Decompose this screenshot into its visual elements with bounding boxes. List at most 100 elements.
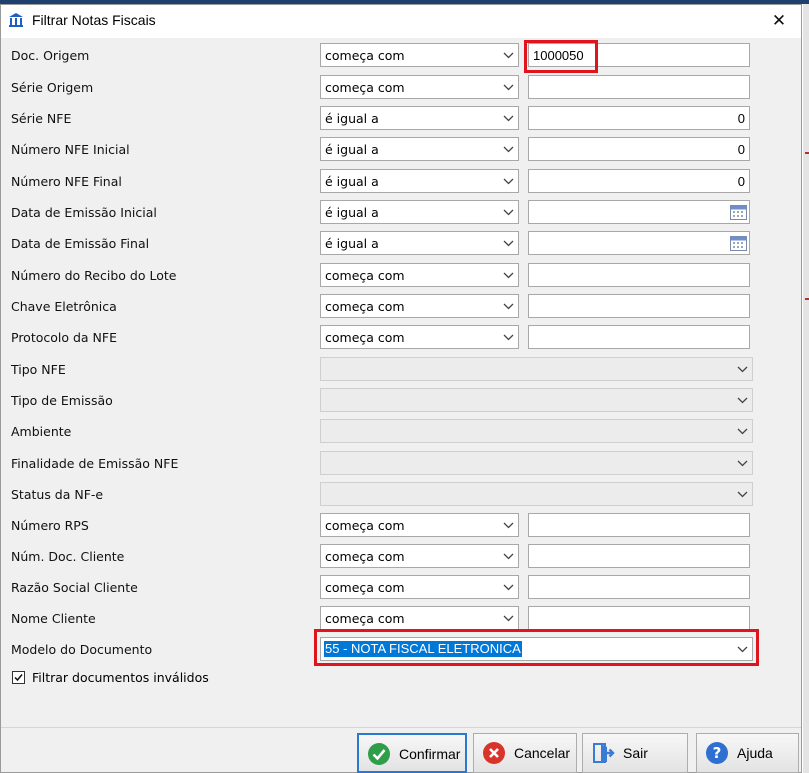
operator-value: é igual a — [325, 236, 379, 251]
operator-select[interactable]: é igual a — [320, 169, 519, 193]
value-input[interactable] — [528, 544, 750, 568]
filter-row: Doc. Origem começa com 1000050 — [1, 43, 801, 69]
operator-select[interactable]: começa com — [320, 325, 519, 349]
operator-select[interactable]: começa com — [320, 263, 519, 287]
chevron-down-icon — [498, 170, 518, 192]
chevron-down-icon — [732, 358, 752, 380]
window-title: Filtrar Notas Fiscais — [32, 12, 156, 28]
filter-label: Tipo NFE — [11, 362, 66, 377]
value-text: 0 — [737, 174, 745, 189]
operator-select[interactable]: começa com — [320, 575, 519, 599]
operator-value: começa com — [325, 48, 405, 63]
chevron-down-icon — [732, 420, 752, 442]
filter-label: Doc. Origem — [11, 48, 90, 63]
filter-row: Data de Emissão Inicial é igual a — [1, 200, 801, 226]
cancel-circle-icon — [483, 742, 505, 764]
filter-row: Ambiente — [1, 419, 801, 445]
operator-value: começa com — [325, 268, 405, 283]
filter-row: Tipo NFE — [1, 357, 801, 383]
close-icon: ✕ — [771, 11, 787, 31]
filter-row: Série NFE é igual a 0 — [1, 106, 801, 132]
value-input[interactable] — [528, 575, 750, 599]
chevron-down-icon — [498, 264, 518, 286]
filter-row: Finalidade de Emissão NFE — [1, 451, 801, 477]
exit-door-icon — [593, 743, 615, 763]
operator-select[interactable]: começa com — [320, 544, 519, 568]
value-input[interactable] — [528, 325, 750, 349]
operator-select[interactable]: começa com — [320, 294, 519, 318]
filter-label: Série NFE — [11, 111, 72, 126]
operator-value: começa com — [325, 330, 405, 345]
value-input[interactable] — [528, 513, 750, 537]
filter-label: Ambiente — [11, 424, 72, 439]
bank-building-icon — [9, 13, 23, 27]
filter-select[interactable] — [320, 388, 753, 412]
filter-row: Tipo de Emissão — [1, 388, 801, 414]
operator-value: é igual a — [325, 142, 379, 157]
filter-row: Status da NF-e — [1, 482, 801, 508]
highlight-box-doc-origem — [524, 40, 598, 73]
chevron-down-icon — [498, 44, 518, 66]
background-marker — [805, 152, 809, 154]
svg-text:?: ? — [713, 744, 722, 762]
calendar-icon[interactable] — [730, 235, 747, 251]
chevron-down-icon — [498, 232, 518, 254]
filter-label: Tipo de Emissão — [11, 393, 113, 408]
invalid-docs-label: Filtrar documentos inválidos — [32, 670, 209, 685]
confirm-button[interactable]: Confirmar — [357, 733, 467, 773]
filter-select[interactable] — [320, 357, 753, 381]
value-input[interactable] — [528, 606, 750, 630]
filter-row: Número do Recibo do Lote começa com — [1, 263, 801, 289]
date-input[interactable] — [528, 200, 750, 224]
filter-row: Protocolo da NFE começa com — [1, 325, 801, 351]
close-button[interactable]: ✕ — [757, 5, 801, 38]
filter-label: Série Origem — [11, 80, 94, 95]
filter-label: Data de Emissão Final — [11, 236, 150, 251]
operator-select[interactable]: começa com — [320, 513, 519, 537]
chevron-down-icon — [732, 483, 752, 505]
date-input[interactable] — [528, 231, 750, 255]
chevron-down-icon — [498, 607, 518, 629]
operator-value: começa com — [325, 299, 405, 314]
operator-select[interactable]: é igual a — [320, 137, 519, 161]
chevron-down-icon — [498, 201, 518, 223]
filter-row: Número NFE Inicial é igual a 0 — [1, 137, 801, 163]
operator-select[interactable]: é igual a — [320, 106, 519, 130]
invalid-docs-checkbox[interactable] — [12, 671, 25, 684]
operator-select[interactable]: começa com — [320, 43, 519, 67]
button-label: Sair — [623, 745, 648, 761]
filter-label: Data de Emissão Inicial — [11, 205, 157, 220]
filter-row: Núm. Doc. Cliente começa com — [1, 544, 801, 570]
filter-label: Número RPS — [11, 518, 89, 533]
value-input[interactable]: 0 — [528, 169, 750, 193]
cancel-button[interactable]: Cancelar — [473, 733, 577, 773]
operator-select[interactable]: começa com — [320, 606, 519, 630]
value-input[interactable] — [528, 294, 750, 318]
value-input[interactable] — [528, 75, 750, 99]
calendar-icon[interactable] — [730, 204, 747, 220]
filter-label: Finalidade de Emissão NFE — [11, 456, 179, 471]
filter-select[interactable] — [320, 451, 753, 475]
operator-value: começa com — [325, 611, 405, 626]
value-text: 0 — [737, 142, 745, 157]
value-input[interactable] — [528, 263, 750, 287]
value-input[interactable]: 0 — [528, 137, 750, 161]
operator-select[interactable]: é igual a — [320, 200, 519, 224]
chevron-down-icon — [498, 107, 518, 129]
chevron-down-icon — [498, 576, 518, 598]
filter-select[interactable] — [320, 482, 753, 506]
help-circle-icon: ? — [706, 742, 728, 764]
operator-select[interactable]: começa com — [320, 75, 519, 99]
value-input[interactable]: 0 — [528, 106, 750, 130]
highlight-box-document-model — [314, 629, 759, 666]
exit-button[interactable]: Sair — [582, 733, 688, 773]
help-button[interactable]: ? Ajuda — [696, 733, 799, 773]
chevron-down-icon — [498, 76, 518, 98]
filter-label: Número NFE Inicial — [11, 142, 130, 157]
filter-select[interactable] — [320, 419, 753, 443]
operator-select[interactable]: é igual a — [320, 231, 519, 255]
operator-value: é igual a — [325, 111, 379, 126]
operator-value: é igual a — [325, 174, 379, 189]
operator-value: é igual a — [325, 205, 379, 220]
filter-label: Modelo do Documento — [11, 642, 153, 657]
